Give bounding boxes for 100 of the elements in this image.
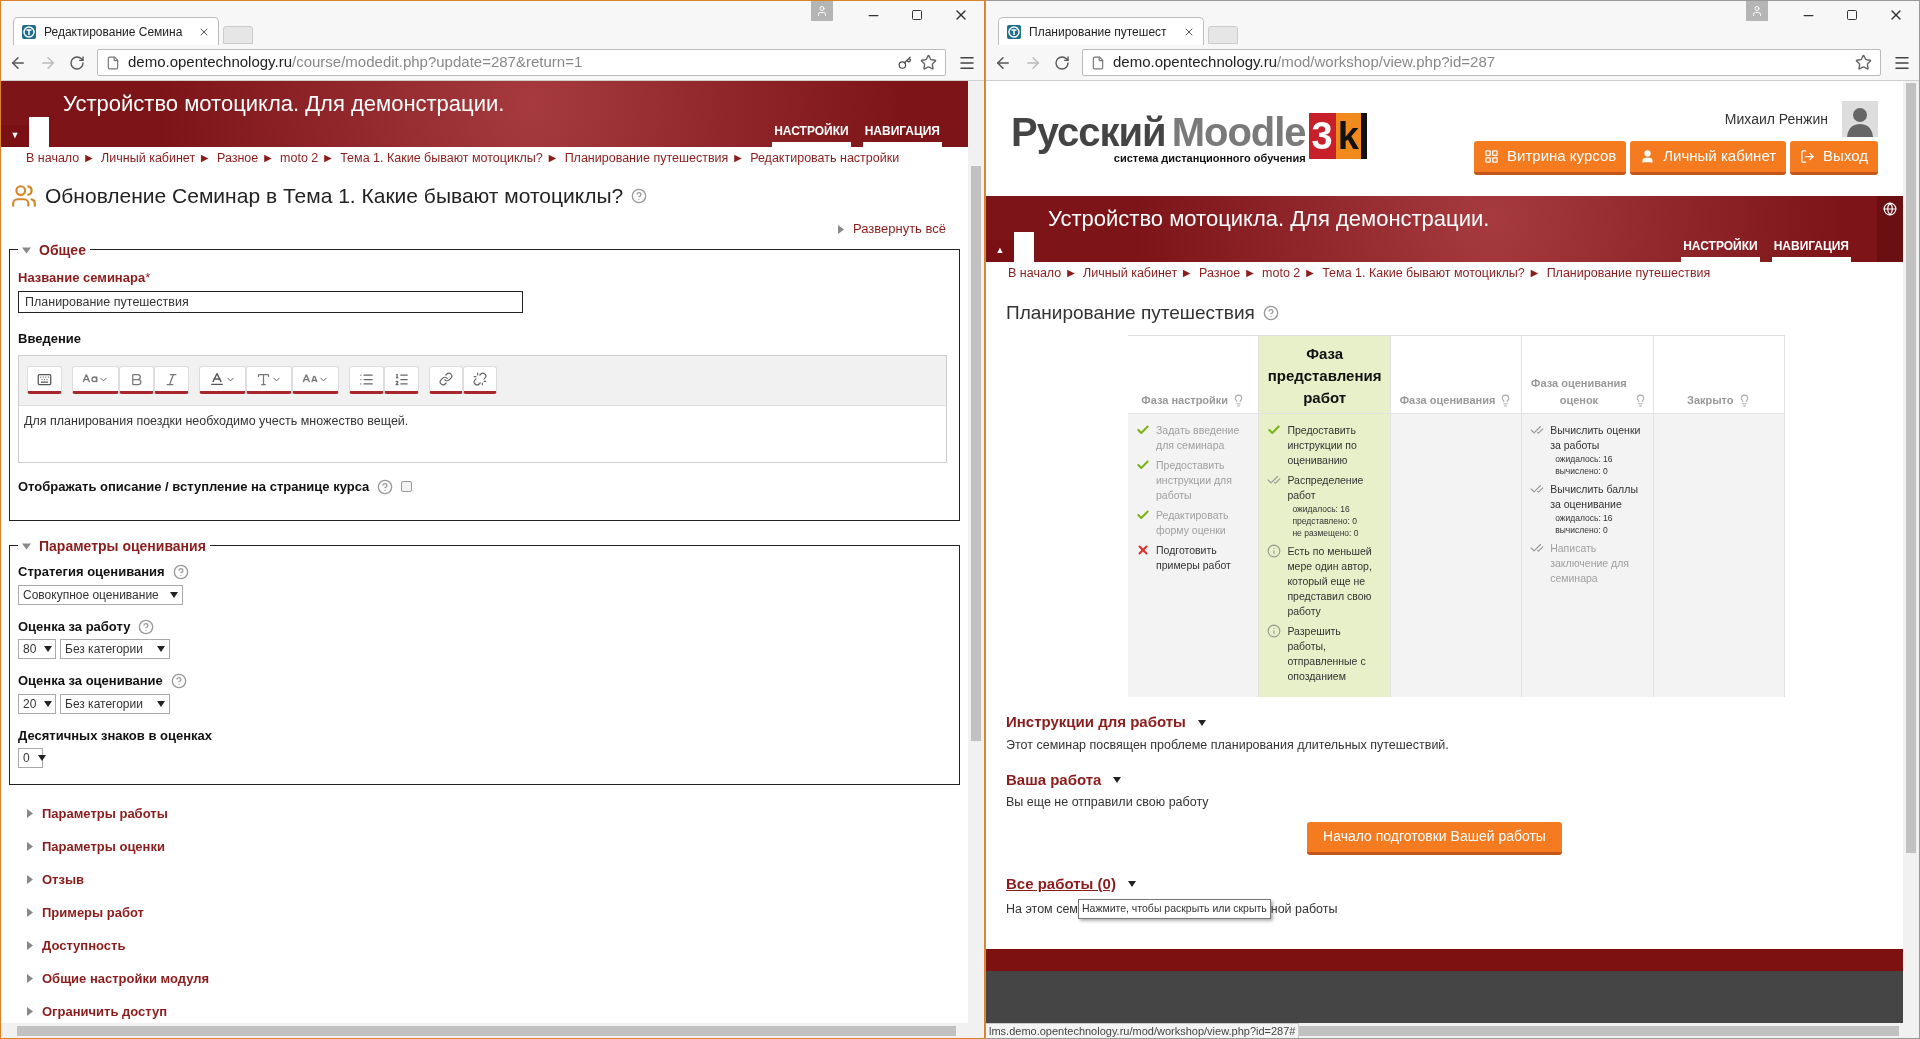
task-text: Задать введение для семинара <box>1156 423 1241 454</box>
caret-icon <box>157 646 165 653</box>
section-legend[interactable]: Отзыв <box>42 870 85 890</box>
numbered-list-icon[interactable] <box>394 371 409 387</box>
section-legend[interactable]: Параметры оценивания <box>39 536 206 558</box>
checkbox[interactable] <box>401 481 413 492</box>
breadcrumb-link[interactable]: Разное ► <box>1199 264 1257 283</box>
dropdown[interactable]: Без категории <box>60 693 170 714</box>
section-legend[interactable]: Общее <box>39 239 86 261</box>
section-heading[interactable]: Все работы (0) <box>1006 872 1116 896</box>
disclosure-triangle-icon[interactable] <box>25 974 34 984</box>
section-legend[interactable]: Параметры работы <box>42 804 168 824</box>
disclosure-triangle-icon[interactable] <box>25 941 34 951</box>
breadcrumb-link[interactable]: moto 2 ► <box>1262 264 1317 283</box>
section-legend[interactable]: Ограничить доступ <box>42 1002 168 1022</box>
disclosure-triangle-icon[interactable] <box>836 224 845 234</box>
rich-text-editor[interactable]: Для планирования поездки необходимо учесть множество вещей. <box>18 354 947 463</box>
section-legend[interactable]: Доступность <box>42 936 126 956</box>
dropdown[interactable]: Без категории <box>60 639 170 660</box>
text-field[interactable]: Планирование путешествия <box>18 291 523 314</box>
caret-icon <box>44 646 53 653</box>
dropdown[interactable]: Совокупное оценивание <box>18 584 183 605</box>
banner-menu-link[interactable]: НАВИГАЦИЯ <box>1771 237 1851 262</box>
block-toggle[interactable]: ▼ <box>1 125 29 147</box>
help-icon[interactable] <box>138 618 155 635</box>
task-detail: ожидалось: 16 <box>1291 503 1351 516</box>
task-text: Подготовить примеры работ <box>1156 543 1232 574</box>
caret-icon <box>37 755 46 762</box>
italic-icon[interactable] <box>164 371 179 387</box>
section-legend[interactable]: Параметры оценки <box>42 837 165 857</box>
help-icon[interactable] <box>631 187 648 204</box>
help-icon[interactable] <box>170 673 187 689</box>
maximize-icon[interactable] <box>911 9 923 21</box>
address-field[interactable]: demo.opentechnology.ru/course/modedit.php?update=287&return=1 <box>97 49 946 77</box>
disclosure-triangle-icon[interactable] <box>25 875 34 885</box>
phase-header: Фаза оценивания <box>1390 336 1522 414</box>
task-detail: вычислено: 0 <box>1554 524 1609 537</box>
help-icon[interactable] <box>172 564 189 580</box>
profile-button[interactable] <box>811 1 833 21</box>
section-text: ной работы <box>1270 900 1338 918</box>
task-text: Вычислить баллы за оценивание <box>1550 482 1639 513</box>
breadcrumb-link[interactable]: Редактировать настройки <box>750 149 900 168</box>
browser-tab[interactable]: Планирование путешест <box>998 17 1204 46</box>
banner-menu-link[interactable]: НАСТРОЙКИ <box>772 122 851 147</box>
horizontal-scrollbar[interactable] <box>1 1023 984 1038</box>
banner-menu-link[interactable]: НАВИГАЦИЯ <box>862 122 942 147</box>
disclosure-triangle-icon[interactable] <box>22 245 31 255</box>
breadcrumb-link[interactable]: Тема 1. Какие бывают мотоциклы? ► <box>340 149 559 168</box>
section-heading[interactable]: Инструкции для работы <box>1006 711 1186 734</box>
vertical-scrollbar[interactable] <box>1903 81 1919 1023</box>
breadcrumb-link[interactable]: Личный кабинет ► <box>101 149 211 168</box>
bookmark-star-icon[interactable] <box>920 54 937 72</box>
section-legend[interactable]: Общие настройки модуля <box>42 969 210 989</box>
disclosure-triangle-icon[interactable] <box>25 842 34 852</box>
breadcrumb-link[interactable]: Разное ► <box>217 149 275 168</box>
task-text: Предоставить инструкции по оцениванию <box>1287 423 1358 469</box>
breadcrumb-link[interactable]: В начало ► <box>1008 264 1078 283</box>
reload-icon[interactable] <box>1054 54 1070 71</box>
key-icon[interactable] <box>898 55 912 70</box>
font-family-icon[interactable] <box>256 371 271 387</box>
dropdown[interactable]: 80 <box>18 639 56 660</box>
banner-menu-link[interactable]: НАСТРОЙКИ <box>1681 237 1760 262</box>
caret-icon <box>1197 719 1206 726</box>
block-toggle[interactable]: ▲ <box>986 240 1014 262</box>
disclosure-triangle-icon[interactable] <box>25 809 34 819</box>
help-icon[interactable] <box>1262 305 1279 321</box>
help-icon[interactable] <box>377 478 394 495</box>
required-mark: * <box>145 268 151 287</box>
breadcrumb-link[interactable]: Планирование путешествия ► <box>564 149 745 168</box>
bold-icon[interactable] <box>129 371 144 387</box>
disclosure-triangle-icon[interactable] <box>25 1007 34 1017</box>
breadcrumb-link[interactable]: В начало ► <box>26 149 96 168</box>
address-field[interactable]: demo.opentechnology.ru/mod/workshop/view.php?id=287 <box>1082 49 1881 77</box>
disclosure-triangle-icon[interactable] <box>25 908 34 918</box>
section-heading[interactable]: Ваша работа <box>1006 768 1102 791</box>
font-color-icon[interactable] <box>209 371 225 388</box>
breadcrumb-link[interactable]: Тема 1. Какие бывают мотоциклы? ► <box>1322 264 1541 283</box>
dropdown[interactable]: 20 <box>18 693 56 714</box>
breadcrumb-link[interactable]: Планирование путешествия <box>1546 264 1711 283</box>
horizontal-scrollbar[interactable] <box>1299 1023 1919 1038</box>
section-legend[interactable]: Примеры работ <box>42 903 144 923</box>
maximize-icon[interactable] <box>1846 9 1858 21</box>
expand-all-link[interactable]: Развернуть всё <box>853 219 946 239</box>
disclosure-triangle-icon[interactable] <box>22 542 31 552</box>
link-icon[interactable] <box>439 372 453 387</box>
user-icon <box>1640 149 1656 164</box>
breadcrumb-link[interactable]: Личный кабинет ► <box>1083 264 1193 283</box>
unlink-icon[interactable] <box>473 372 487 387</box>
reload-icon[interactable] <box>69 54 85 71</box>
toolbar-toggle-icon[interactable] <box>37 371 52 387</box>
globe-icon[interactable] <box>1883 202 1897 216</box>
browser-tab[interactable]: Редактирование Семина <box>13 17 220 46</box>
bookmark-star-icon[interactable] <box>1855 54 1872 72</box>
breadcrumb-link[interactable]: moto 2 ► <box>280 149 335 168</box>
user-name[interactable]: Михаил Ренжин <box>1724 108 1828 130</box>
profile-button[interactable] <box>1746 1 1768 21</box>
dropdown[interactable]: 0 <box>18 748 43 769</box>
avatar[interactable] <box>1842 101 1878 137</box>
vertical-scrollbar[interactable] <box>968 81 984 1023</box>
bullet-list-icon[interactable] <box>359 371 374 387</box>
